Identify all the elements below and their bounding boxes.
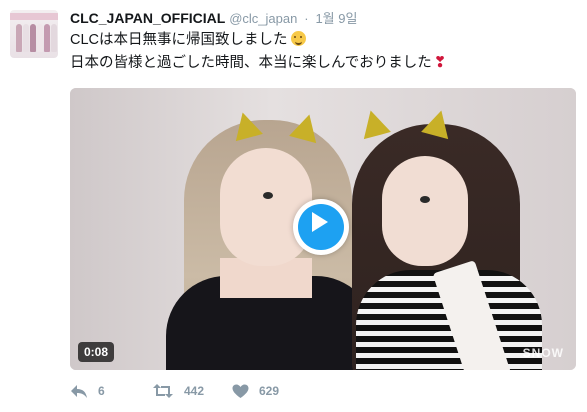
like-button[interactable]: 629 [232,380,279,402]
retweet-icon [152,383,174,399]
tweet-text-line-1: CLCは本日無事に帰国致しました [70,30,306,50]
profile-avatar[interactable] [10,10,58,58]
avatar-figure [44,24,50,52]
reply-icon [70,383,88,399]
video-frame-person [220,148,312,266]
like-count: 629 [259,384,280,398]
video-player[interactable]: 0:08 SNOW [70,88,576,370]
retweet-count: 442 [184,384,205,398]
tweet-header: CLC_JAPAN_OFFICIAL @clc_japan · 1월 9일 [70,9,357,27]
play-icon [312,212,328,232]
snow-watermark: SNOW [522,346,564,360]
heart-exclamation-emoji: ❣ [433,54,447,71]
avatar-figure [16,24,22,52]
tweet-text: CLCは本日無事に帰国致しました [70,32,288,48]
reply-button[interactable]: 6 [70,380,105,402]
tweet-text-line-2: 日本の皆様と過ごした時間、本当に楽しんでおりました ❣ [70,53,446,73]
user-handle[interactable]: @clc_japan [229,11,297,26]
avatar-figure [37,24,43,52]
separator-dot: · [304,11,309,26]
avatar-banner-stripe [10,13,58,20]
video-duration-badge: 0:08 [78,342,115,362]
tweet-timestamp[interactable]: 1월 9일 [315,11,357,26]
display-name[interactable]: CLC_JAPAN_OFFICIAL [70,10,225,26]
avatar-figure [23,24,29,52]
avatar-figure [30,24,36,52]
video-frame-person [382,156,468,266]
tweet-text: 日本の皆様と過ごした時間、本当に楽しんでおりました [70,55,432,71]
cat-nose-filter [420,196,430,203]
retweet-button[interactable]: 442 [152,380,204,402]
reply-count: 6 [98,384,105,398]
hugging-face-emoji [290,31,306,46]
avatar-figure [51,24,57,52]
cat-nose-filter [263,192,273,199]
heart-icon [232,384,249,399]
play-button[interactable] [293,199,349,255]
